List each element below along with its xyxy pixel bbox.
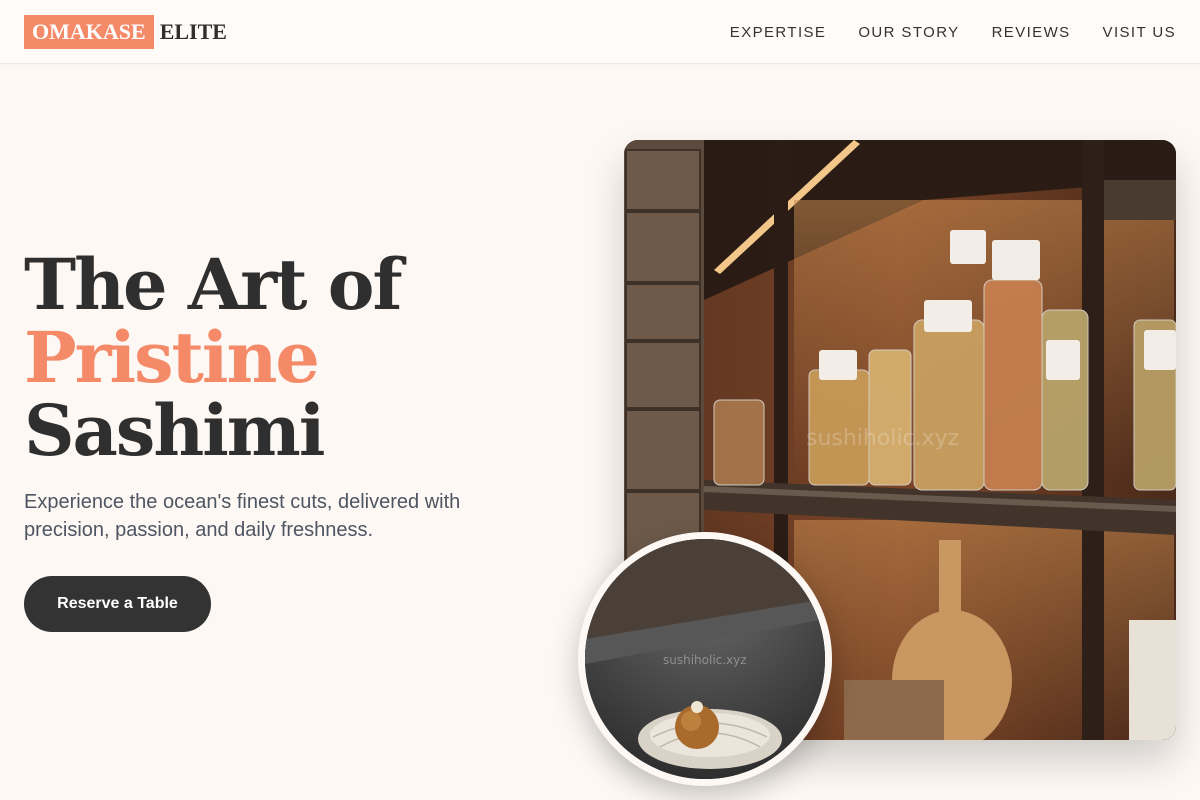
hero-title-line-3: Sashimi [24, 389, 325, 472]
nav-link-reviews[interactable]: REVIEWS [992, 24, 1071, 41]
hero-title: The Art of Pristine Sashimi [24, 243, 403, 472]
hero-subtitle: Experience the ocean's finest cuts, deli… [24, 491, 461, 541]
site-header: OMAKASE ELITE EXPERTISE OUR STORY REVIEW… [0, 0, 1200, 64]
nav-link-visit-us[interactable]: VISIT US [1103, 24, 1176, 41]
logo-highlight: OMAKASE [24, 15, 154, 49]
hero-title-line-1: The Art of [24, 243, 403, 326]
reserve-table-button[interactable]: Reserve a Table [24, 576, 211, 632]
logo-text: ELITE [159, 19, 227, 44]
nav-link-expertise[interactable]: EXPERTISE [730, 24, 827, 41]
nav-link-our-story[interactable]: OUR STORY [858, 24, 959, 41]
photo-watermark: sushiholic.xyz [806, 426, 960, 451]
sushi-dish-photo: sushiholic.xyz [578, 532, 832, 786]
circle-watermark: sushiholic.xyz [663, 653, 747, 667]
logo[interactable]: OMAKASE ELITE [24, 15, 227, 49]
hero-title-accent: Pristine [24, 316, 320, 399]
main-nav: EXPERTISE OUR STORY REVIEWS VISIT US [730, 0, 1176, 64]
